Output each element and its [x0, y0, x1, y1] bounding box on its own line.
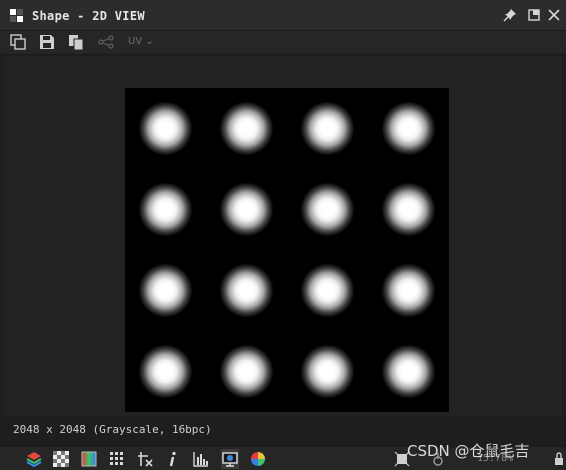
info-icon[interactable] — [165, 451, 181, 467]
transparency-icon[interactable] — [53, 451, 69, 467]
panel-title: Shape - 2D VIEW — [32, 9, 145, 23]
texture-info: 2048 x 2048 (Grayscale, 16bpc) — [13, 423, 212, 436]
copy-icon[interactable] — [67, 33, 85, 51]
chevron-down-icon: ⌄ — [142, 36, 154, 47]
tiling-icon[interactable] — [137, 451, 153, 467]
save-icon[interactable] — [38, 33, 56, 51]
export-icon[interactable] — [9, 33, 27, 51]
checker-grid-icon — [10, 9, 23, 22]
maximize-icon[interactable] — [526, 7, 542, 23]
uv-label: UV — [128, 36, 143, 47]
share-icon[interactable] — [97, 33, 115, 51]
view-toolbar: UV ⌄ — [0, 31, 566, 55]
layers-icon[interactable] — [26, 451, 42, 467]
texture-preview[interactable] — [125, 88, 449, 412]
panel-titlebar: Shape - 2D VIEW — [0, 0, 566, 31]
display-icon[interactable] — [221, 449, 239, 469]
uv-dropdown[interactable]: UV ⌄ — [128, 36, 154, 47]
watermark-text: CSDN @仓鼠毛吉 — [407, 442, 530, 460]
color-wheel-icon[interactable] — [250, 451, 266, 467]
histogram-icon[interactable] — [193, 451, 209, 467]
close-icon[interactable] — [546, 7, 562, 23]
grid-icon[interactable] — [109, 451, 125, 467]
lock-icon[interactable] — [554, 451, 564, 467]
pin-icon[interactable] — [502, 7, 518, 23]
color-gradient-icon[interactable] — [81, 451, 97, 467]
